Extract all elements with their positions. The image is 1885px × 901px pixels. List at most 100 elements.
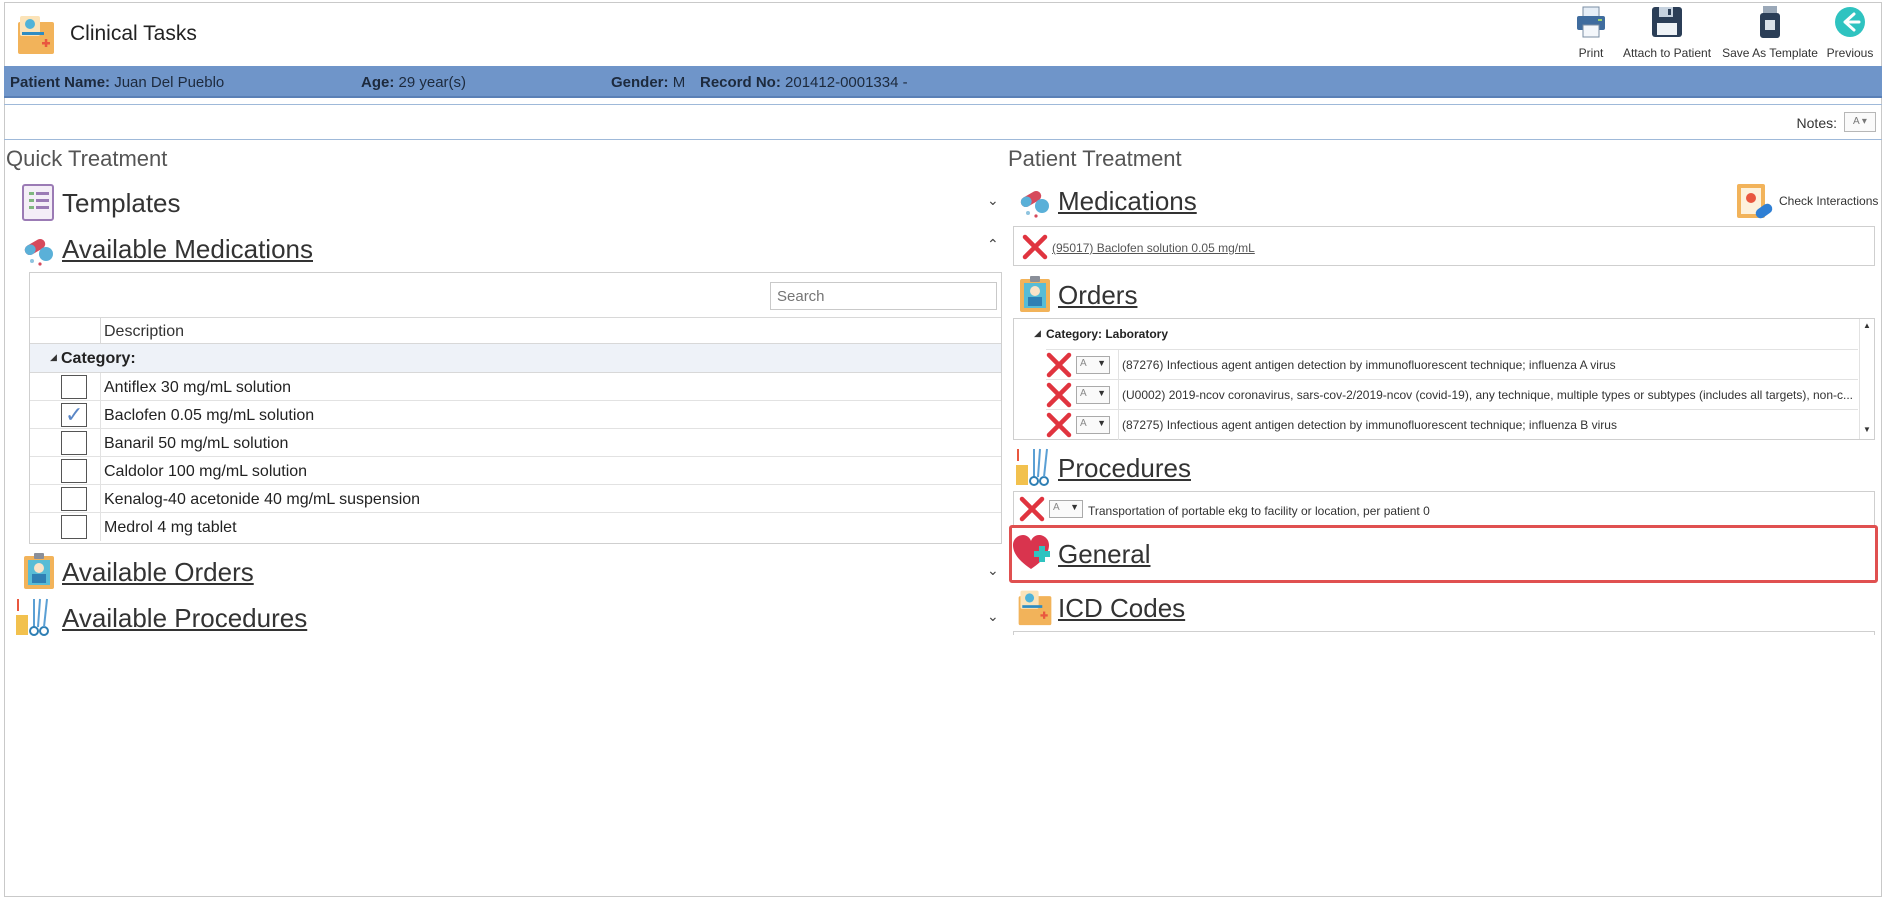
available-procedures-header[interactable]: Available Procedures	[14, 597, 1000, 637]
scroll-up-icon[interactable]: ▲	[1863, 321, 1871, 330]
scroll-down-icon[interactable]: ▼	[1863, 425, 1871, 434]
order-row[interactable]: A ▼ (87276) Infectious agent antigen dete…	[1046, 349, 1858, 380]
order-note-dropdown[interactable]: A ▼	[1076, 386, 1110, 404]
procedures-chevron-down-icon[interactable]: ⌄	[987, 608, 999, 625]
gender-label: Gender:	[611, 74, 669, 91]
notes-row: Notes: A ▾	[4, 104, 1882, 140]
dropdown-arrow-icon: ▼	[1097, 388, 1106, 398]
surgical-tools-icon	[1016, 448, 1049, 486]
category-label: Category:	[61, 350, 136, 367]
general-label: General	[1058, 539, 1151, 569]
row-separator	[100, 457, 101, 485]
category-group-row[interactable]: ◢ Category:	[30, 344, 1001, 373]
delete-x-icon[interactable]	[1019, 496, 1045, 522]
order-note-dropdown[interactable]: A ▼	[1076, 416, 1110, 434]
print-label: Print	[1578, 46, 1604, 60]
procedure-description: Transportation of portable ekg to facili…	[1088, 504, 1430, 518]
icd-codes-header[interactable]: ICD Codes	[1016, 587, 1416, 627]
medication-checkbox[interactable]	[61, 375, 87, 399]
heart-plus-icon	[1013, 535, 1050, 569]
pills-icon	[1020, 191, 1049, 218]
notes-dropdown[interactable]: A ▾	[1844, 112, 1876, 132]
available-medications-header[interactable]: Available Medications	[20, 228, 1000, 268]
orders-grid: ◢ Category: Laboratory ▲ ▼ A ▼ (87276) In…	[1013, 318, 1875, 440]
collapse-triangle-icon[interactable]: ◢	[50, 352, 57, 363]
grid-header-separator	[100, 318, 101, 345]
order-description: (87276) Infectious agent antigen detecti…	[1122, 358, 1616, 372]
note-glyph: A	[1053, 502, 1060, 513]
medication-search-input[interactable]	[770, 282, 997, 310]
medication-row[interactable]: Antiflex 30 mg/mL solution	[30, 373, 1001, 401]
order-row[interactable]: A ▼ (U0002) 2019-ncov coronavirus, sars-c…	[1046, 379, 1858, 410]
orders-category-label: Category: Laboratory	[1046, 327, 1169, 341]
patient-procedures-header[interactable]: Procedures	[1014, 447, 1414, 487]
medications-grid: Description ◢ Category: Antiflex 30 mg/m…	[29, 272, 1002, 544]
patient-medications-label: Medications	[1058, 186, 1197, 216]
available-procedures-label: Available Procedures	[62, 603, 308, 633]
medication-label: Medrol 4 mg tablet	[104, 519, 237, 536]
delete-x-icon[interactable]	[1022, 234, 1048, 260]
order-note-dropdown[interactable]: A ▼	[1076, 356, 1110, 374]
medication-row[interactable]: Caldolor 100 mg/mL solution	[30, 457, 1001, 485]
medication-row[interactable]: Medrol 4 mg tablet	[30, 513, 1001, 541]
general-section-header[interactable]: General	[1012, 533, 1412, 573]
gender-value: M	[672, 74, 686, 91]
save-template-label: Save As Template	[1722, 46, 1818, 60]
medication-row[interactable]: ✓ Baclofen 0.05 mg/mL solution	[30, 401, 1001, 429]
record-label: Record No:	[700, 74, 781, 91]
attach-to-patient-button[interactable]: Attach to Patient	[1620, 4, 1714, 64]
note-glyph: A	[1080, 418, 1087, 429]
usb-drive-icon	[1760, 6, 1780, 38]
medication-label: Caldolor 100 mg/mL solution	[104, 463, 308, 480]
patient-orders-header[interactable]: Orders	[1016, 274, 1416, 314]
checkmark-icon: ✓	[65, 402, 84, 427]
dropdown-arrow-icon: ▼	[1070, 502, 1079, 512]
medication-checkbox[interactable]	[61, 459, 87, 483]
available-orders-header[interactable]: Available Orders	[20, 551, 1000, 591]
age-value: 29 year(s)	[398, 74, 467, 91]
order-description: (87275) Infectious agent antigen detecti…	[1122, 418, 1617, 432]
medication-checkbox[interactable]: ✓	[61, 402, 87, 427]
orders-scrollbar[interactable]: ▲ ▼	[1859, 319, 1874, 439]
medications-chevron-up-icon[interactable]: ⌃	[987, 236, 999, 253]
print-button[interactable]: Print	[1571, 4, 1611, 64]
patient-age: Age: 29 year(s)	[361, 74, 466, 91]
patient-medications-header[interactable]: Medications	[1016, 180, 1416, 220]
delete-x-icon[interactable]	[1046, 412, 1072, 438]
attach-label: Attach to Patient	[1622, 46, 1712, 60]
templates-label: Templates	[62, 188, 181, 218]
collapse-triangle-icon[interactable]: ◢	[1034, 328, 1041, 339]
available-medications-label: Available Medications	[62, 234, 313, 264]
orders-chevron-down-icon[interactable]: ⌄	[987, 562, 999, 579]
column-separator	[1118, 350, 1119, 380]
patient-treatment-title: Patient Treatment	[1008, 146, 1182, 171]
procedure-row[interactable]: A ▼ Transportation of portable ekg to fac…	[1014, 492, 1874, 526]
patient-gender: Gender: M	[611, 74, 685, 91]
save-as-template-button[interactable]: Save As Template	[1722, 4, 1818, 64]
quick-treatment-title: Quick Treatment	[6, 146, 168, 171]
doctor-clipboard-icon	[1020, 276, 1050, 312]
note-glyph: A	[1080, 358, 1087, 369]
medication-checkbox[interactable]	[61, 515, 87, 539]
column-separator	[1118, 380, 1119, 410]
row-separator	[100, 485, 101, 513]
delete-x-icon[interactable]	[1046, 352, 1072, 378]
check-interactions-button[interactable]: Check Interactions	[1733, 180, 1878, 222]
medication-row[interactable]: Banaril 50 mg/mL solution	[30, 429, 1001, 457]
order-row[interactable]: A ▼ (87275) Infectious agent antigen dete…	[1046, 409, 1858, 440]
medication-checkbox[interactable]	[61, 431, 87, 455]
previous-button[interactable]: Previous	[1824, 4, 1876, 64]
medication-item-link[interactable]: (95017) Baclofen solution 0.05 mg/mL	[1052, 241, 1255, 255]
medication-row[interactable]: Kenalog-40 acetonide 40 mg/mL suspension	[30, 485, 1001, 513]
medication-label: Kenalog-40 acetonide 40 mg/mL suspension	[104, 491, 421, 508]
icd-codes-label: ICD Codes	[1058, 593, 1186, 623]
medication-checkbox[interactable]	[61, 487, 87, 511]
pills-icon	[24, 239, 53, 266]
column-description[interactable]: Description	[104, 323, 184, 341]
delete-x-icon[interactable]	[1046, 382, 1072, 408]
procedure-note-dropdown[interactable]: A ▼	[1049, 500, 1083, 518]
dropdown-arrow-icon: ▼	[1097, 358, 1106, 368]
templates-chevron-down-icon[interactable]: ⌄	[987, 192, 999, 209]
templates-section-header[interactable]: Templates	[20, 182, 1000, 222]
age-label: Age:	[361, 74, 395, 91]
